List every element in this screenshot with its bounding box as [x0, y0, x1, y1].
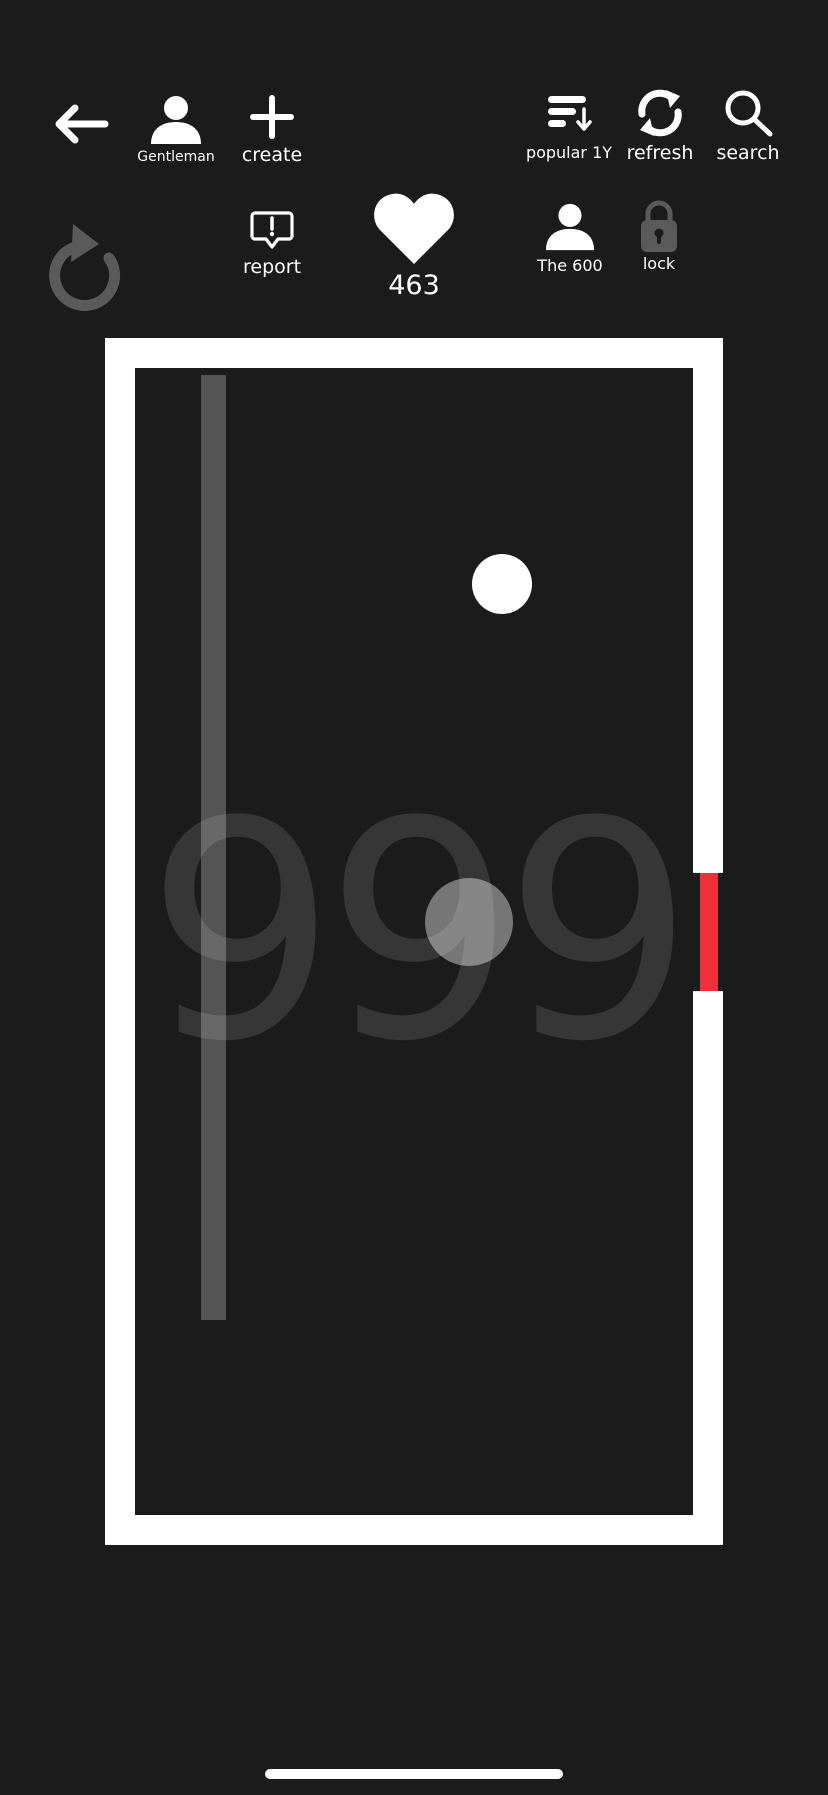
author-button[interactable]: The 600 — [530, 202, 610, 274]
touch-indicator — [425, 878, 513, 966]
author-label: The 600 — [537, 256, 603, 275]
sort-icon — [548, 96, 592, 131]
profile-button[interactable]: Gentleman — [128, 94, 224, 164]
create-button[interactable]: create — [232, 94, 312, 165]
restart-button[interactable] — [48, 218, 132, 314]
person-icon — [151, 96, 201, 144]
lock-button[interactable]: lock — [619, 200, 699, 272]
create-label: create — [241, 144, 303, 166]
ball — [472, 554, 532, 614]
refresh-label: refresh — [626, 142, 694, 164]
back-arrow-icon — [55, 104, 109, 144]
lock-icon — [641, 200, 677, 252]
restart-icon — [49, 224, 121, 311]
goal-marker — [700, 873, 718, 991]
like-button[interactable]: 463 — [364, 190, 464, 299]
heart-icon — [374, 193, 454, 264]
search-button[interactable]: search — [708, 88, 788, 163]
report-label: report — [242, 256, 302, 278]
sort-button[interactable]: popular 1Y — [522, 93, 616, 161]
refresh-button[interactable]: refresh — [620, 84, 700, 163]
profile-label: Gentleman — [137, 149, 215, 165]
search-label: search — [716, 142, 780, 164]
lock-label: lock — [642, 254, 676, 273]
plus-icon — [250, 95, 294, 139]
sort-label: popular 1Y — [525, 143, 613, 162]
paddle[interactable] — [201, 375, 226, 1320]
author-person-icon — [545, 203, 595, 251]
search-icon — [725, 90, 773, 137]
like-count: 463 — [388, 270, 440, 301]
report-button[interactable]: report — [232, 210, 312, 277]
game-field[interactable]: 999 — [105, 338, 723, 1545]
report-icon — [250, 211, 294, 249]
home-indicator[interactable] — [265, 1769, 563, 1779]
refresh-icon — [638, 89, 682, 137]
back-button[interactable] — [52, 104, 110, 144]
